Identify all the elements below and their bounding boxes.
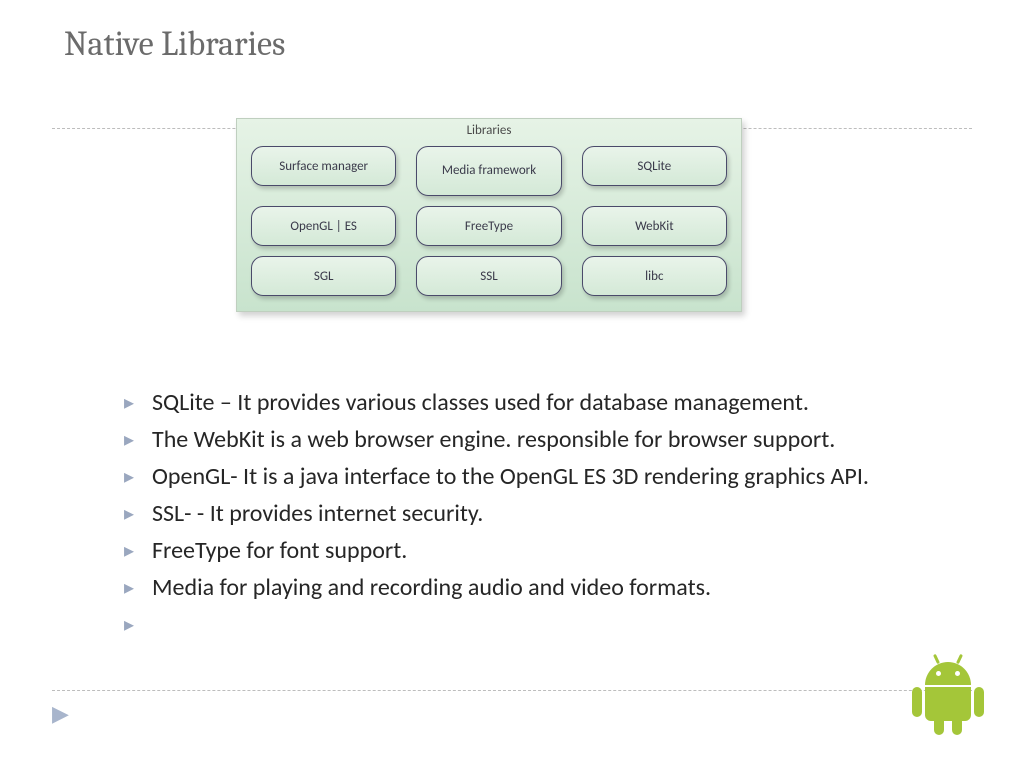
- lib-surface-manager: Surface manager: [251, 146, 396, 186]
- lib-libc: libc: [582, 256, 727, 296]
- page-title: Native Libraries: [64, 24, 285, 64]
- android-robot-icon: [918, 662, 978, 732]
- footer-arrow-icon: ▶: [52, 700, 69, 727]
- bullet-item: FreeType for font support.: [124, 536, 964, 565]
- diagram-header: Libraries: [237, 123, 741, 138]
- lib-sqlite: SQLite: [582, 146, 727, 186]
- diagram-grid: Surface manager Media framework SQLite O…: [237, 138, 741, 310]
- lib-ssl: SSL: [416, 256, 561, 296]
- bullet-item: SSL- - It provides internet security.: [124, 499, 964, 528]
- divider-bottom: [52, 690, 972, 691]
- lib-webkit: WebKit: [582, 206, 727, 246]
- bullet-list: SQLite – It provides various classes use…: [84, 388, 964, 610]
- libraries-diagram: Libraries Surface manager Media framewor…: [236, 118, 742, 312]
- lib-freetype: FreeType: [416, 206, 561, 246]
- slide: Native Libraries Libraries Surface manag…: [0, 0, 1024, 768]
- bullet-item: OpenGL- It is a java interface to the Op…: [124, 462, 964, 491]
- lib-opengl-es: OpenGL | ES: [251, 206, 396, 246]
- lib-sgl: SGL: [251, 256, 396, 296]
- lib-media-framework: Media framework: [416, 146, 561, 196]
- bullet-item: SQLite – It provides various classes use…: [124, 388, 964, 417]
- bullet-item: Media for playing and recording audio an…: [124, 573, 964, 602]
- bullet-item: The WebKit is a web browser engine. resp…: [124, 425, 964, 454]
